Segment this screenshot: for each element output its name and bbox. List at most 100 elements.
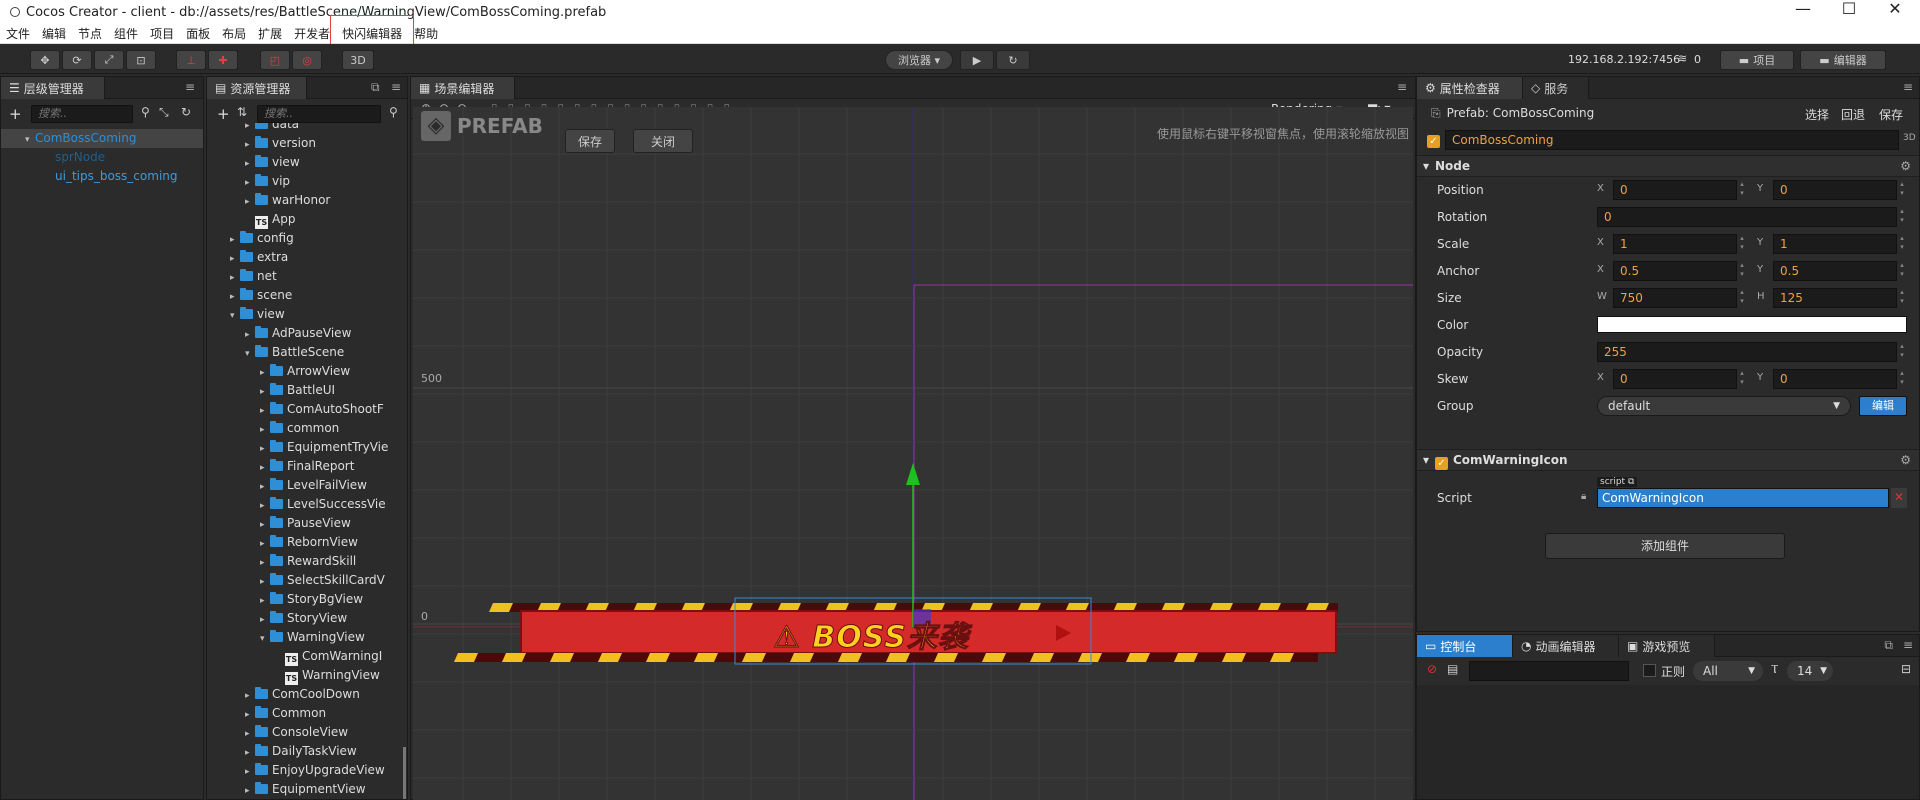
tab-hierarchy[interactable]: ☰ 层级管理器 — [1, 77, 105, 99]
hierarchy-search-input[interactable]: 搜索.. — [31, 105, 133, 123]
play-button[interactable]: ▶ — [960, 50, 994, 70]
expand-arrow-icon[interactable]: ▾ — [25, 131, 35, 150]
panel-menu-icon[interactable]: ≡ — [1397, 80, 1407, 94]
move-tool-button[interactable]: ✥ — [30, 50, 60, 70]
font-size-select[interactable]: 14 ▼ — [1787, 661, 1833, 681]
asset-item[interactable]: ▸ PauseView — [260, 514, 351, 533]
collapse-console-icon[interactable]: ⊟ — [1901, 662, 1911, 676]
asset-item[interactable]: ▸ DailyTaskView — [245, 742, 357, 761]
asset-item[interactable]: ▸ version — [245, 134, 316, 153]
collapse-arrow-icon[interactable]: ▾ — [260, 630, 270, 649]
anchor-y-input[interactable]: 0.5 — [1773, 261, 1897, 281]
prefab-revert-button[interactable]: 回退 — [1841, 106, 1865, 123]
spinner-icon[interactable]: ▴ ▾ — [1897, 261, 1907, 281]
asset-item[interactable]: ▸ scene — [230, 286, 292, 305]
prefab-save-button-inspector[interactable]: 保存 — [1879, 106, 1903, 123]
tree-node-combosscoming[interactable]: ▾ ComBossComing — [1, 129, 203, 148]
refresh-icon[interactable]: ↻ — [181, 105, 191, 119]
spinner-icon[interactable]: ▴ ▾ — [1737, 234, 1747, 254]
spinner-icon[interactable]: ▴ ▾ — [1897, 207, 1907, 227]
group-edit-button[interactable]: 编辑 — [1859, 396, 1907, 416]
spinner-icon[interactable]: ▴ ▾ — [1897, 342, 1907, 362]
position-y-input[interactable]: 0 — [1773, 180, 1897, 200]
gear-icon[interactable]: ⚙ — [1900, 159, 1911, 173]
global-button[interactable]: ◎ — [292, 50, 322, 70]
panel-menu-icon[interactable]: ≡ — [1903, 638, 1913, 652]
asset-item[interactable]: ▸ common — [260, 419, 339, 438]
collapse-arrow-icon[interactable]: ▾ — [230, 307, 240, 326]
scale-y-input[interactable]: 1 — [1773, 234, 1897, 254]
position-x-input[interactable]: 0 — [1613, 180, 1737, 200]
popout-icon[interactable]: ⧉ — [1884, 638, 1893, 653]
asset-item[interactable]: ▸ ArrowView — [260, 362, 350, 381]
asset-item[interactable]: ▾ BattleScene — [245, 343, 344, 362]
scene-viewport[interactable]: ⚠ BOSS来袭 500 0 ◈ PREFAB 保存 关闭 使用鼠标右键平移视窗… — [413, 107, 1413, 800]
size-w-input[interactable]: 750 — [1613, 288, 1737, 308]
asset-item[interactable]: ▸ RebornView — [260, 533, 358, 552]
menu-panel[interactable]: 面板 — [186, 25, 210, 42]
assets-scrollbar[interactable] — [403, 747, 406, 799]
skew-y-input[interactable]: 0 — [1773, 369, 1897, 389]
asset-item[interactable]: ▸ Common — [245, 704, 326, 723]
asset-item[interactable]: ▸ EnjoyUpgradeView — [245, 761, 385, 780]
menu-node[interactable]: 节点 — [78, 25, 102, 42]
toggle-3d-button[interactable]: 3D — [342, 50, 374, 70]
spinner-icon[interactable]: ▴ ▾ — [1737, 180, 1747, 200]
prefab-close-button[interactable]: 关闭 — [633, 129, 693, 153]
scale-x-input[interactable]: 1 — [1613, 234, 1737, 254]
menu-flash-editor[interactable]: 快闪编辑器 — [342, 25, 402, 42]
tree-node-sprnode[interactable]: sprNode — [55, 148, 105, 167]
spinner-icon[interactable]: ▴ ▾ — [1897, 369, 1907, 389]
popout-icon[interactable]: ⧉ — [371, 80, 380, 95]
gear-icon[interactable]: ⚙ — [1900, 453, 1911, 467]
asset-item[interactable]: ▸ EquipmentTryVie — [260, 438, 388, 457]
node-active-checkbox[interactable]: ✓ — [1427, 131, 1440, 148]
open-log-icon[interactable]: ▤ — [1447, 662, 1458, 676]
menu-component[interactable]: 组件 — [114, 25, 138, 42]
menu-help[interactable]: 帮助 — [414, 25, 438, 42]
asset-item[interactable]: ▸ EquipmentView — [245, 780, 366, 799]
asset-item[interactable]: ▸ LevelFailView — [260, 476, 367, 495]
center-button[interactable]: ✚ — [208, 50, 238, 70]
asset-item[interactable]: ▸ RewardSkill — [260, 552, 356, 571]
prefab-select-button[interactable]: 选择 — [1805, 106, 1829, 123]
panel-menu-icon[interactable]: ≡ — [185, 80, 195, 94]
asset-item[interactable]: ▸ data — [245, 123, 299, 134]
local-button[interactable]: ◰ — [260, 50, 290, 70]
spinner-icon[interactable]: ▴ ▾ — [1737, 288, 1747, 308]
asset-item[interactable]: ▸ vip — [245, 172, 290, 191]
clear-console-icon[interactable]: ⊘ — [1427, 662, 1437, 676]
refresh-button[interactable]: ↻ — [996, 50, 1030, 70]
asset-item[interactable]: ▸ extra — [230, 248, 288, 267]
asset-item[interactable]: ▸ BattleUI — [260, 381, 335, 400]
asset-item[interactable]: ▸ AdPauseView — [245, 324, 351, 343]
tab-console[interactable]: ▭ 控制台 — [1417, 635, 1513, 657]
add-node-button[interactable]: + — [9, 105, 22, 123]
tab-service[interactable]: ◇ 服务 — [1523, 77, 1589, 99]
regex-checkbox[interactable] — [1643, 664, 1656, 677]
pivot-button[interactable]: ⊥ — [176, 50, 206, 70]
search-icon[interactable]: ⚲ — [141, 105, 150, 119]
anchor-x-input[interactable]: 0.5 — [1613, 261, 1737, 281]
asset-item[interactable]: ▸ net — [230, 267, 277, 286]
menu-project[interactable]: 项目 — [150, 25, 174, 42]
remove-script-icon[interactable]: ✕ — [1891, 488, 1907, 508]
spinner-icon[interactable]: ▴ ▾ — [1737, 261, 1747, 281]
component-enabled-checkbox[interactable]: ✓ — [1435, 453, 1448, 470]
asset-item[interactable]: ▸ FinalReport — [260, 457, 354, 476]
minimize-button[interactable]: — — [1780, 0, 1826, 18]
menu-layout[interactable]: 布局 — [222, 25, 246, 42]
asset-item[interactable]: TS App — [245, 210, 295, 229]
spinner-icon[interactable]: ▴ ▾ — [1897, 288, 1907, 308]
asset-item[interactable]: ▸ view — [245, 153, 300, 172]
browser-select[interactable]: 浏览器 ▾ — [885, 50, 953, 70]
spinner-icon[interactable]: ▴ ▾ — [1897, 234, 1907, 254]
collapse-icon[interactable]: ⤡ — [159, 105, 169, 120]
close-window-button[interactable]: ✕ — [1872, 0, 1918, 18]
assets-search-input[interactable]: 搜索.. — [257, 105, 381, 123]
collapse-arrow-icon[interactable]: ▾ — [245, 345, 255, 364]
node-name-input[interactable]: ComBossComing — [1445, 130, 1899, 150]
menu-extension[interactable]: 扩展 — [258, 25, 282, 42]
rotation-input[interactable]: 0 — [1597, 207, 1897, 227]
script-field[interactable]: ComWarningIcon — [1597, 488, 1889, 508]
